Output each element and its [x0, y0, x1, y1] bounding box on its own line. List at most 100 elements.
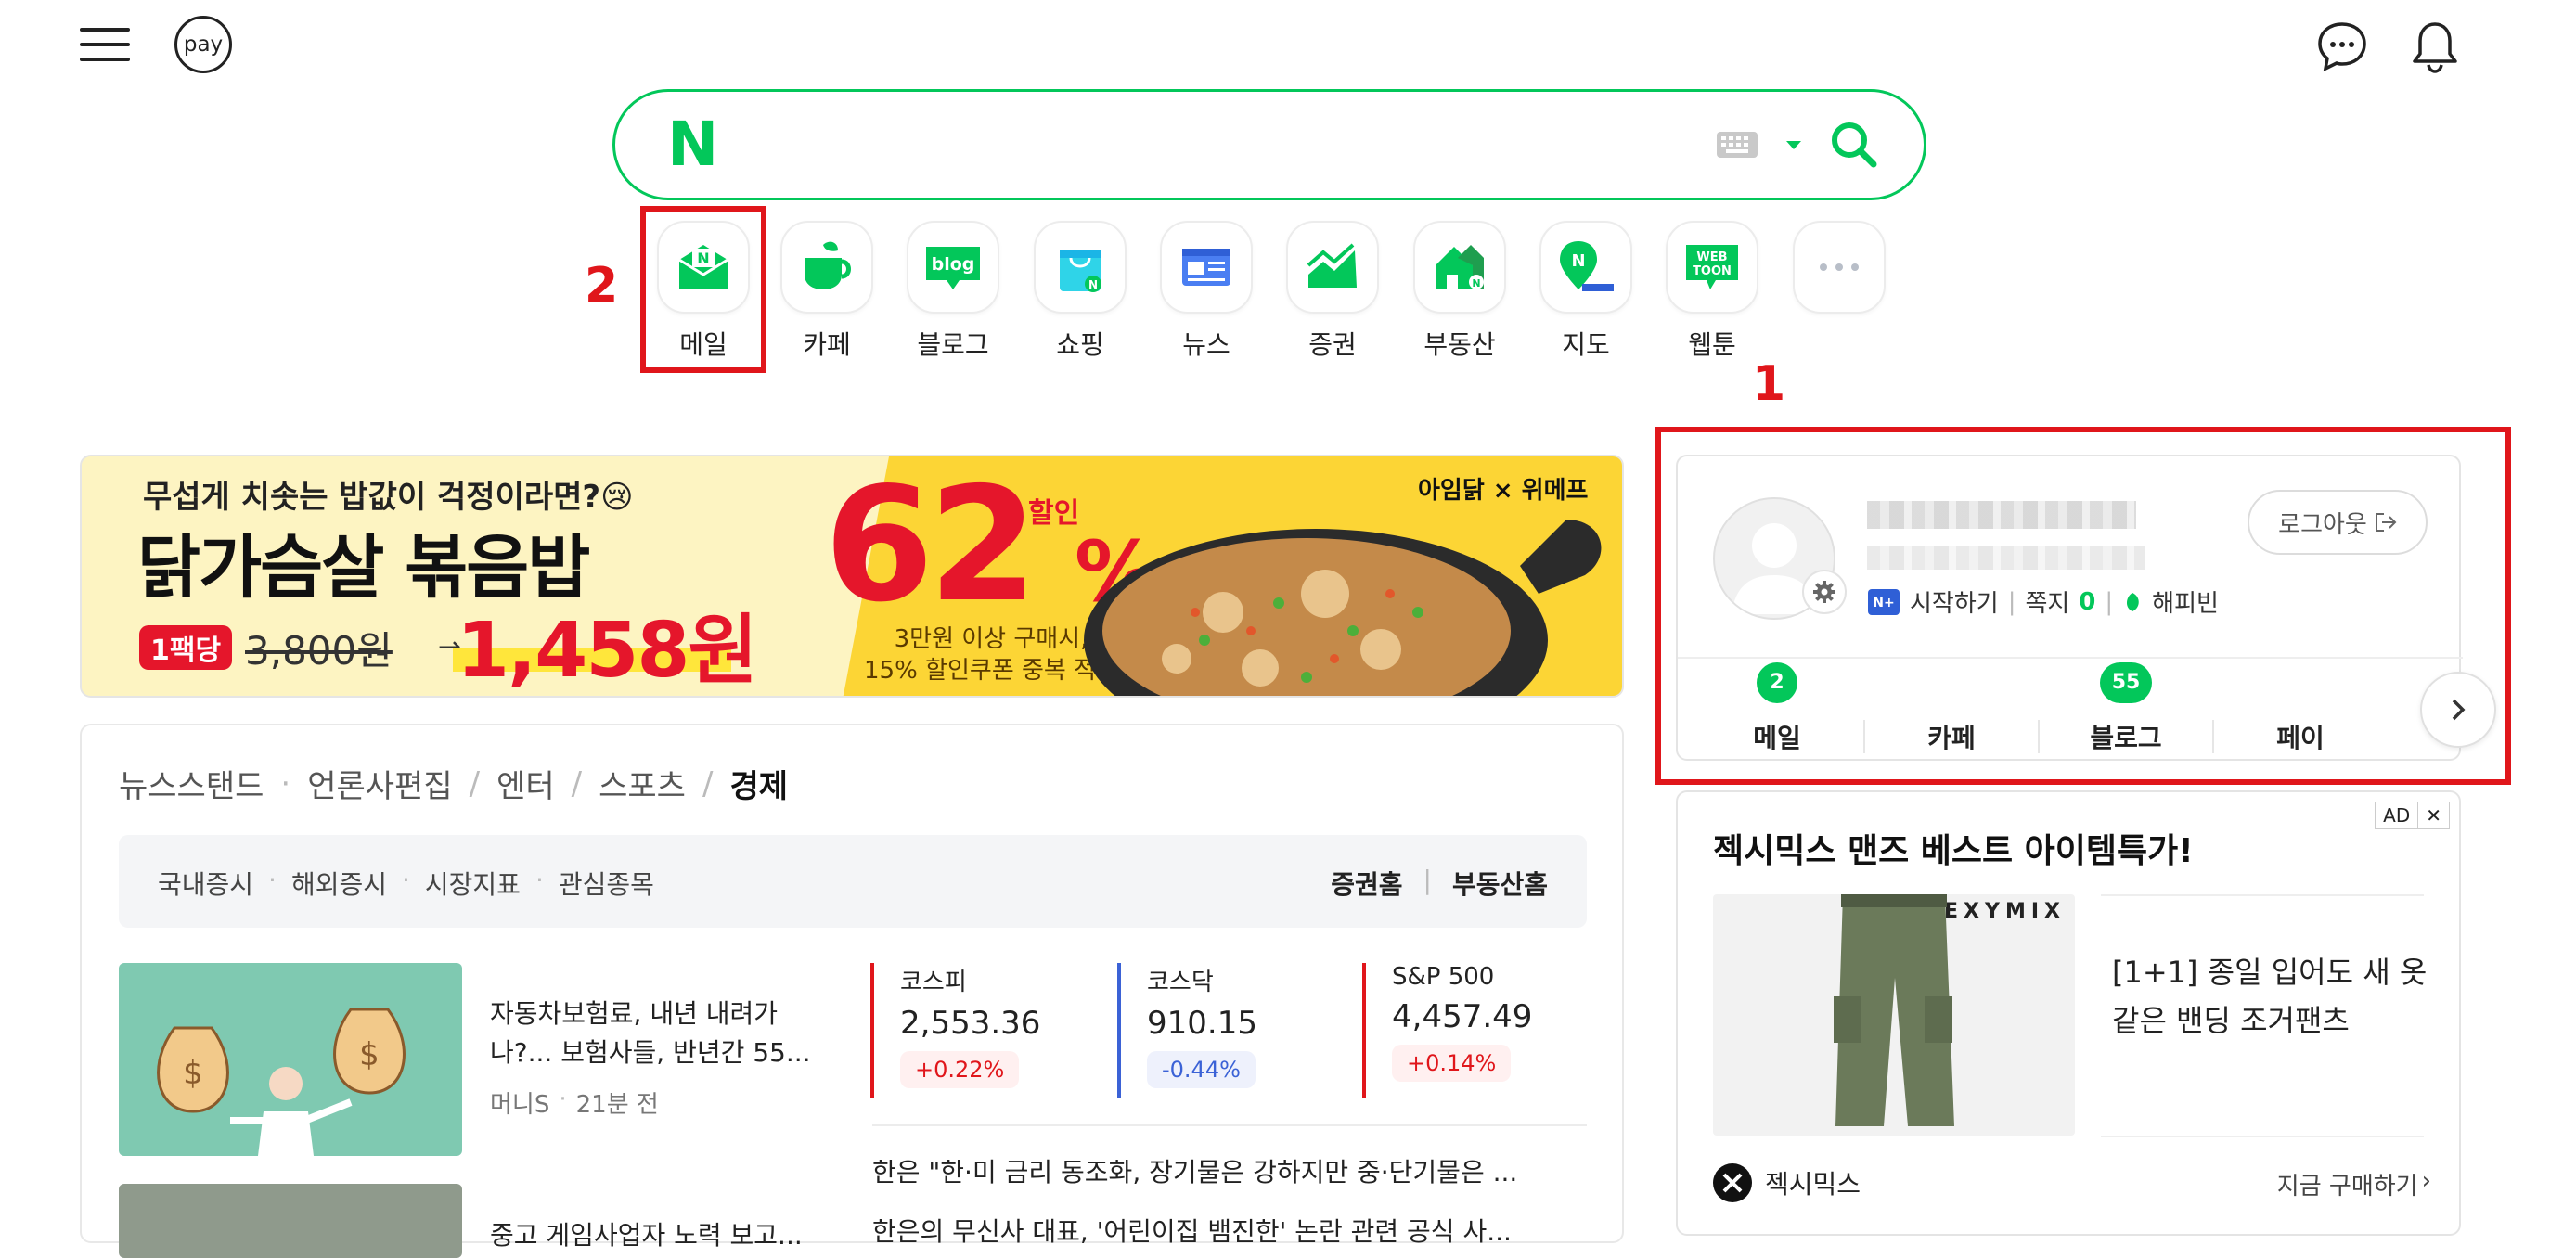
logout-label: 로그아웃	[2278, 510, 2367, 539]
menu-button[interactable]	[80, 24, 130, 65]
start-membership-link[interactable]: 시작하기	[1910, 584, 1999, 619]
search-button[interactable]	[1827, 118, 1881, 175]
xexymix-logo-icon	[1713, 1163, 1752, 1202]
talk-button[interactable]	[2314, 19, 2370, 74]
webtoon-icon: WEB TOON	[1686, 245, 1738, 289]
login-tab-label: 카페	[1927, 723, 1976, 753]
ad-image[interactable]: XEXYMIX	[1713, 894, 2075, 1136]
shortcut-blog[interactable]: blog 블로그	[907, 221, 999, 362]
ad-description[interactable]: [1+1] 종일 입어도 새 옷 같은 밴딩 조거팬츠	[2112, 948, 2428, 1045]
subtab-domestic[interactable]: 국내증시	[158, 865, 253, 902]
ad-brand[interactable]: 젝시믹스	[1765, 1164, 1861, 1201]
article-title[interactable]: 자동차보험료, 내년 내려가나?... 보험사들, 반년간 55...	[490, 995, 824, 1072]
username-blurred	[1867, 501, 2136, 529]
stock-chart-icon	[1307, 243, 1357, 288]
headline-item[interactable]: 한은 "한·미 금리 동조화, 장기물은 강하지만 중·단기물은 ...	[872, 1152, 1587, 1189]
login-tab-pay[interactable]: 페이	[2214, 662, 2387, 755]
stock-home-link[interactable]: 증권홈	[1331, 865, 1402, 902]
shortcut-label: 쇼핑	[1056, 329, 1104, 360]
shortcut-webtoon[interactable]: WEB TOON 웹툰	[1666, 221, 1758, 362]
logout-button[interactable]: 로그아웃	[2248, 490, 2428, 555]
chevron-right-icon	[2452, 699, 2466, 721]
index-value: 4,457.49	[1392, 998, 1533, 1035]
naver-logo[interactable]: N	[667, 112, 718, 177]
article-thumbnail[interactable]	[119, 1184, 462, 1258]
index-change: -0.44%	[1147, 1051, 1256, 1088]
index-kospi[interactable]: 코스피 2,553.36 +0.22%	[900, 963, 1040, 1088]
keyboard-button[interactable]	[1716, 131, 1758, 162]
index-change: +0.14%	[1392, 1045, 1512, 1082]
shortcut-news[interactable]: 뉴스	[1160, 221, 1253, 362]
subtab-bar: 국내증시 · 해외증시 · 시장지표 · 관심종목 증권홈 | 부동산홈	[119, 835, 1587, 928]
article-title[interactable]: 중고 게임사업자 노력 보고...	[490, 1215, 824, 1252]
pay-button[interactable]: pay	[174, 16, 232, 73]
happybean-link[interactable]: 해피빈	[2152, 584, 2219, 619]
tab-sports[interactable]: 스포츠	[599, 761, 686, 806]
subtab-overseas[interactable]: 해외증시	[291, 865, 387, 902]
search-input[interactable]	[727, 112, 1751, 179]
settings-button[interactable]	[1802, 570, 1847, 614]
shortcut-label: 블로그	[917, 329, 989, 360]
ad-title[interactable]: 젝시믹스 맨즈 베스트 아이템특가!	[1713, 824, 2194, 872]
login-tab-cafe[interactable]: 카페	[1865, 662, 2038, 755]
cafe-cup-icon	[805, 241, 851, 289]
login-panel: 로그아웃 N+ 시작하기 | 쪽지 0 | 해피빈 2 메일 카페 55 블로그…	[1676, 455, 2496, 761]
bell-icon	[2413, 22, 2457, 73]
buy-now-label: 지금 구매하기	[2276, 1173, 2418, 1200]
tab-economy[interactable]: 경제	[729, 761, 788, 806]
index-value: 2,553.36	[900, 1005, 1041, 1042]
svg-text:blog: blog	[932, 254, 975, 275]
ad-panel: AD ✕ 젝시믹스 맨즈 베스트 아이템특가! XEXYMIX [1+1] 종일…	[1676, 790, 2461, 1236]
tab-press-edit[interactable]: 언론사편집	[307, 761, 452, 806]
search-icon	[1832, 122, 1877, 168]
caret-down-icon	[1786, 141, 1801, 149]
blog-badge: 55	[2100, 662, 2152, 703]
article-thumbnail[interactable]: $ $	[119, 963, 462, 1156]
shortcut-map[interactable]: N 지도	[1539, 221, 1632, 362]
shopping-bag-icon: N	[1060, 250, 1101, 292]
article-source[interactable]: 머니S	[490, 1085, 549, 1120]
banner-new-price: 1,458원	[457, 607, 758, 695]
subtab-watchlist[interactable]: 관심종목	[559, 865, 654, 902]
tab-entertainment[interactable]: 엔터	[496, 761, 555, 806]
notification-button[interactable]	[2407, 19, 2463, 74]
login-tab-label: 페이	[2276, 723, 2325, 753]
login-tab-blog[interactable]: 55 블로그	[2040, 662, 2212, 755]
index-kosdaq[interactable]: 코스닥 910.15 -0.44%	[1147, 963, 1257, 1088]
index-name: S&P 500	[1392, 963, 1495, 991]
login-tab-mail[interactable]: 2 메일	[1691, 662, 1863, 755]
shortcut-mail[interactable]: N 메일	[657, 221, 750, 362]
shortcut-cafe[interactable]: 카페	[780, 221, 873, 362]
shortcut-label: 웹툰	[1688, 329, 1736, 360]
tab-newsstand[interactable]: 뉴스스탠드	[119, 761, 264, 806]
index-name: 코스닥	[1147, 969, 1214, 996]
buy-now-link[interactable]: 지금 구매하기 ›	[2277, 1167, 2431, 1201]
banner-subheadline: 무섭게 치솟는 밥값이 걱정이라면?😢	[143, 479, 634, 516]
svg-text:N: N	[1088, 278, 1098, 291]
subtab-indicators[interactable]: 시장지표	[425, 865, 521, 902]
shortcut-stock[interactable]: 증권	[1286, 221, 1379, 362]
login-tabs-next-button[interactable]	[2420, 672, 2496, 748]
promo-banner[interactable]: 무섭게 치솟는 밥값이 걱정이라면?😢 닭가슴살 볶음밥 1팩당 3,800원 …	[80, 455, 1624, 698]
keyboard-dropdown[interactable]	[1784, 138, 1803, 156]
fried-rice-image	[1084, 520, 1602, 696]
annotation-number-2: 2	[585, 258, 619, 314]
memo-link[interactable]: 쪽지	[2025, 584, 2069, 619]
shortcut-label: 지도	[1562, 329, 1610, 360]
more-dots-icon	[1820, 263, 1859, 271]
shortcut-realestate[interactable]: N 부동산	[1413, 221, 1506, 362]
search-bar: N	[612, 89, 1926, 200]
index-name: 코스피	[900, 969, 967, 996]
shortcut-more[interactable]	[1793, 221, 1886, 314]
index-sp500[interactable]: S&P 500 4,457.49 +0.14%	[1392, 963, 1532, 1082]
blog-icon: blog	[926, 247, 980, 289]
banner-discount-percent: 62	[824, 455, 1038, 637]
svg-text:TOON: TOON	[1693, 264, 1732, 278]
realestate-home-link[interactable]: 부동산홈	[1452, 865, 1548, 902]
svg-text:$: $	[183, 1055, 203, 1092]
ad-close-icon[interactable]: ✕	[2418, 802, 2449, 828]
index-change: +0.22%	[900, 1051, 1020, 1088]
shortcut-shopping[interactable]: N 쇼핑	[1034, 221, 1127, 362]
mail-icon: N	[678, 245, 728, 289]
headline-item[interactable]: 한은의 무신사 대표, '어린이집 뱀진한' 논란 관련 공식 사...	[872, 1212, 1587, 1249]
